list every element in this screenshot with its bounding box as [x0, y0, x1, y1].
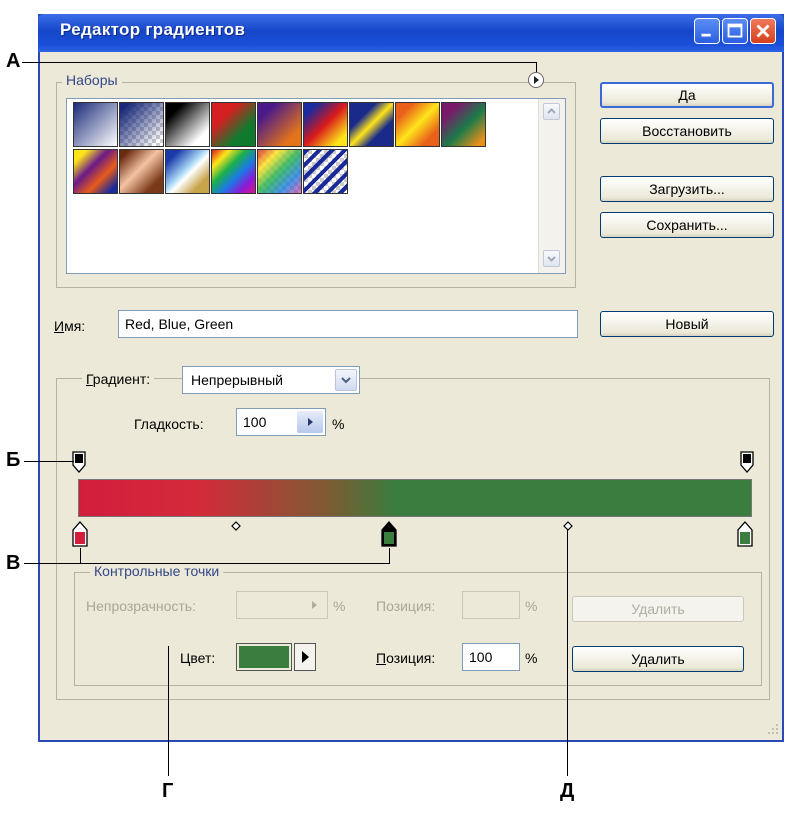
name-label: Имя: — [54, 318, 86, 334]
swatch-red-green[interactable] — [211, 102, 256, 147]
swatch-copper[interactable] — [119, 149, 164, 194]
color-midpoint-1[interactable] — [231, 518, 241, 531]
opacity-position-label: Позиция: — [376, 598, 436, 614]
annotation-d: Д — [560, 780, 575, 802]
annotation-g: Г — [162, 780, 174, 802]
chevron-down-icon — [547, 256, 556, 262]
annotation-b-line — [24, 461, 74, 462]
color-swatch[interactable] — [236, 643, 292, 671]
annotation-v-tick-red — [80, 548, 81, 563]
diamond-icon — [563, 521, 573, 531]
gradient-preview-bar[interactable] — [78, 479, 752, 517]
swatch-transparent-rainbow[interactable] — [257, 149, 302, 194]
diamond-icon — [231, 521, 241, 531]
presets-group-label: Наборы — [62, 72, 122, 88]
annotation-b: Б — [6, 449, 21, 471]
swatch-blue-red-yellow[interactable] — [303, 102, 348, 147]
smoothness-label: Гладкость: — [134, 416, 204, 432]
opacity-unit: % — [333, 598, 346, 614]
minimize-button[interactable] — [694, 18, 720, 44]
window-title: Редактор градиентов — [60, 20, 246, 39]
resize-grip[interactable] — [766, 722, 780, 736]
swatch-spectrum[interactable] — [211, 149, 256, 194]
annotation-d-line — [567, 530, 568, 776]
annotation-a-line — [22, 62, 536, 63]
swatch-blue-yellow-blue[interactable] — [349, 102, 394, 147]
new-button[interactable]: Новый — [600, 311, 774, 337]
save-button[interactable]: Сохранить... — [600, 212, 774, 238]
swatch-transparent-stripes[interactable] — [303, 149, 348, 194]
opacity-input[interactable] — [236, 591, 328, 619]
load-button[interactable]: Загрузить... — [600, 176, 774, 202]
minimize-icon — [701, 33, 711, 37]
swatch-chrome[interactable] — [165, 149, 210, 194]
maximize-button[interactable] — [722, 18, 748, 44]
color-stop-icon — [737, 521, 753, 547]
opacity-stop-right[interactable] — [740, 451, 754, 473]
triangle-right-icon — [312, 601, 317, 609]
swatch-violet-green-orange[interactable] — [441, 102, 486, 147]
annotation-a-line-tick — [536, 62, 537, 72]
annotation-v-tick-green — [389, 548, 390, 563]
annotation-g-line — [168, 646, 169, 776]
gradient-type-select[interactable]: Непрерывный — [182, 366, 360, 394]
name-input[interactable]: Red, Blue, Green — [118, 310, 578, 338]
opacity-slider-button[interactable] — [304, 595, 324, 623]
opacity-stop-icon — [740, 451, 754, 473]
opacity-stop-left[interactable] — [72, 451, 86, 473]
color-position-input[interactable]: 100 — [462, 643, 520, 671]
color-midpoint-2[interactable] — [563, 518, 573, 531]
close-button[interactable] — [750, 18, 776, 44]
delete-opacity-stop-button[interactable]: Удалить — [572, 596, 744, 622]
swatch-violet-orange[interactable] — [257, 102, 302, 147]
color-stop-icon — [72, 521, 88, 547]
swatch-yellow-violet-orange-blue[interactable] — [73, 149, 118, 194]
annotation-v: В — [6, 552, 21, 574]
chevron-up-icon — [547, 108, 556, 114]
resize-grip-icon — [768, 724, 778, 734]
presets-menu-button[interactable] — [528, 72, 544, 88]
color-stop-red[interactable] — [72, 521, 88, 547]
opacity-stop-icon — [72, 451, 86, 473]
smoothness-slider-button[interactable] — [297, 411, 323, 433]
annotation-a: А — [6, 50, 21, 72]
color-menu-button[interactable] — [294, 643, 316, 671]
reset-button[interactable]: Восстановить — [600, 118, 774, 144]
opacity-position-unit: % — [525, 598, 538, 614]
gradient-type-value: Непрерывный — [191, 372, 283, 388]
color-stop-green-selected[interactable] — [381, 521, 397, 547]
dropdown-button[interactable] — [335, 369, 357, 391]
stops-group-label: Контрольные точки — [90, 563, 224, 579]
opacity-position-input[interactable] — [462, 591, 520, 619]
triangle-right-icon — [302, 651, 309, 663]
delete-color-stop-button[interactable]: Удалить — [572, 646, 744, 672]
annotation-v-line — [24, 563, 390, 564]
close-icon — [756, 24, 770, 38]
triangle-right-icon — [534, 76, 539, 84]
swatch-black-white[interactable] — [165, 102, 210, 147]
color-position-unit: % — [525, 650, 538, 666]
smoothness-input[interactable]: 100 — [236, 408, 326, 436]
presets-list[interactable] — [66, 98, 566, 274]
smoothness-value: 100 — [243, 414, 267, 430]
triangle-right-icon — [308, 418, 313, 426]
ok-button[interactable]: Да — [600, 82, 774, 108]
scroll-up-button[interactable] — [543, 103, 560, 120]
presets-scrollbar[interactable] — [538, 99, 565, 273]
color-label: Цвет: — [180, 650, 216, 666]
gradient-type-label: Градиент: — [82, 371, 155, 387]
color-stop-icon — [381, 521, 397, 547]
chevron-down-icon — [341, 377, 351, 384]
color-stop-green-end[interactable] — [737, 521, 753, 547]
color-position-label: Позиция: — [376, 650, 436, 666]
swatch-blue-transparent[interactable] — [119, 102, 164, 147]
maximize-icon — [727, 23, 743, 38]
swatch-blue-white[interactable] — [73, 102, 118, 147]
opacity-label: Непрозрачность: — [86, 598, 196, 614]
scroll-down-button[interactable] — [543, 250, 560, 267]
smoothness-unit: % — [332, 416, 345, 432]
swatch-orange-yellow-orange[interactable] — [395, 102, 440, 147]
